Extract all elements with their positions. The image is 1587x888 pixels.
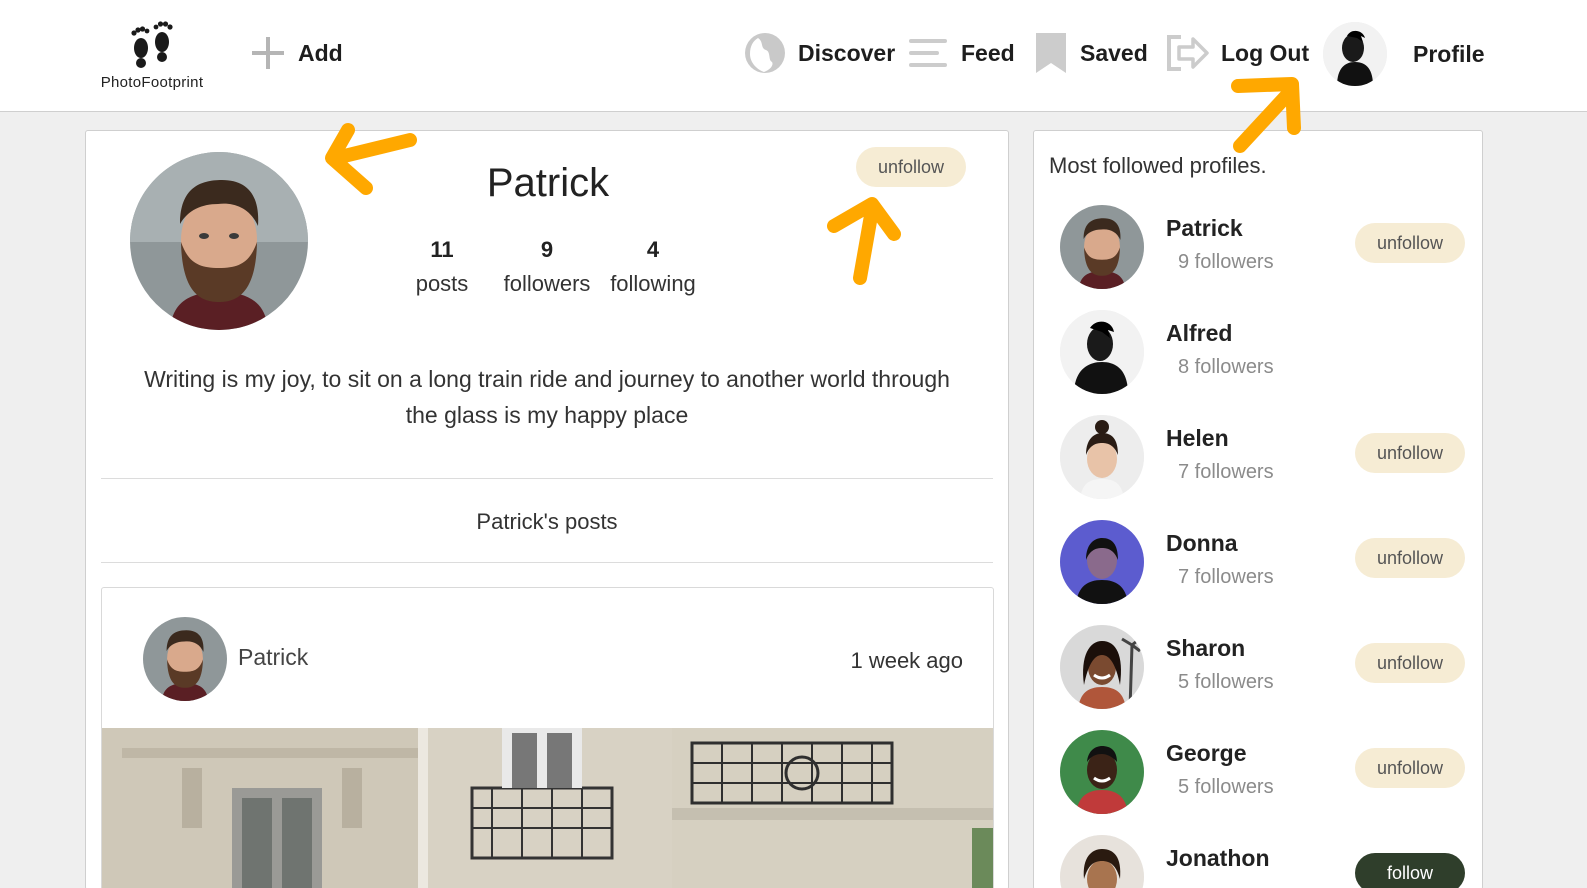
unfollow-button[interactable]: unfollow — [1355, 538, 1465, 578]
posts-heading: Patrick's posts — [476, 509, 618, 534]
profile-list-name[interactable]: Jonathon — [1166, 845, 1270, 872]
profile-card: Patrick 11 posts 9 followers 4 following… — [85, 130, 1009, 888]
unfollow-button[interactable]: unfollow — [1355, 433, 1465, 473]
profile-list-item[interactable]: Helen 7 followers unfollow — [1034, 415, 1482, 505]
unfollow-button[interactable]: unfollow — [856, 147, 966, 187]
avatar[interactable] — [1060, 625, 1144, 709]
nav-saved[interactable]: Saved — [1034, 30, 1148, 76]
profile-name: Patrick — [486, 161, 610, 205]
divider — [101, 478, 993, 479]
stat-following-label: following — [610, 271, 696, 296]
nav-saved-label: Saved — [1080, 39, 1148, 66]
globe-icon — [745, 33, 785, 73]
avatar[interactable] — [1060, 415, 1144, 499]
profile-list-item[interactable]: Sharon 5 followers unfollow — [1034, 625, 1482, 715]
avatar[interactable] — [1060, 205, 1144, 289]
nav-profile-label: Profile — [1413, 40, 1485, 67]
profile-list-followers: 7 followers — [1178, 461, 1274, 483]
unfollow-button[interactable]: unfollow — [1355, 223, 1465, 263]
profile-list-followers: 7 followers — [1178, 566, 1274, 588]
bookmark-icon — [1036, 33, 1066, 73]
most-followed-title: Most followed profiles. — [1049, 153, 1267, 178]
profile-avatar — [130, 152, 308, 330]
menu-lines-icon — [909, 39, 947, 67]
nav-add-label: Add — [298, 39, 343, 66]
nav-feed-label: Feed — [961, 39, 1015, 66]
logout-arrow-icon — [1167, 35, 1209, 71]
nav-discover[interactable]: Discover — [744, 30, 895, 76]
profile-list-name[interactable]: Patrick — [1166, 215, 1243, 242]
nav-logout[interactable]: Log Out — [1165, 30, 1309, 76]
stat-followers[interactable]: 9 followers — [496, 237, 598, 297]
footprints-icon — [131, 21, 173, 68]
unfollow-button[interactable]: unfollow — [1355, 643, 1465, 683]
avatar[interactable] — [1060, 730, 1144, 814]
stat-posts-value: 11 — [430, 237, 454, 262]
profile-list-name[interactable]: Sharon — [1166, 635, 1245, 662]
post-image[interactable] — [102, 728, 993, 888]
profile-list-followers: 5 followers — [1178, 671, 1274, 693]
follow-button[interactable]: follow — [1355, 853, 1465, 888]
profile-list-name[interactable]: Donna — [1166, 530, 1238, 557]
stat-following-value: 4 — [646, 237, 660, 262]
post-author-avatar[interactable] — [143, 617, 227, 701]
nav-add[interactable]: Add — [250, 30, 343, 76]
post-card[interactable]: Patrick 1 week ago — [101, 587, 994, 888]
profile-bio: Writing is my joy, to sit on a long trai… — [144, 366, 950, 428]
unfollow-button[interactable]: unfollow — [1355, 748, 1465, 788]
profile-list-followers: 5 followers — [1178, 776, 1274, 798]
stat-followers-label: followers — [503, 271, 591, 296]
profile-list-item[interactable]: George 5 followers unfollow — [1034, 730, 1482, 820]
stat-posts-label: posts — [415, 271, 469, 296]
most-followed-panel: Most followed profiles. Patrick 9 follow… — [1033, 130, 1483, 888]
plus-icon — [252, 37, 284, 69]
brand-name: PhotoFootprint — [100, 74, 204, 91]
nav-logout-label: Log Out — [1221, 39, 1310, 66]
avatar[interactable] — [1060, 520, 1144, 604]
nav-discover-label: Discover — [798, 39, 896, 66]
divider — [101, 562, 993, 563]
profile-list-followers: 8 followers — [1178, 356, 1274, 378]
stat-followers-value: 9 — [540, 237, 554, 262]
profile-list-followers: 9 followers — [1178, 251, 1274, 273]
post-author-name[interactable]: Patrick — [238, 644, 308, 671]
stat-posts[interactable]: 11 posts — [406, 237, 478, 297]
avatar[interactable] — [1060, 310, 1144, 394]
profile-list-name[interactable]: George — [1166, 740, 1247, 767]
profile-list-item[interactable]: Donna 7 followers unfollow — [1034, 520, 1482, 610]
stat-following[interactable]: 4 following — [604, 237, 702, 297]
post-timestamp: 1 week ago — [850, 648, 963, 673]
top-navbar: PhotoFootprint Add Discover Feed Saved L… — [0, 0, 1587, 112]
avatar — [1323, 22, 1387, 86]
avatar[interactable] — [1060, 835, 1144, 888]
nav-profile[interactable]: Profile — [1323, 22, 1485, 86]
profile-list-item[interactable]: Alfred 8 followers — [1034, 310, 1482, 400]
brand-logo[interactable]: PhotoFootprint — [96, 18, 208, 91]
profile-list-item[interactable]: Patrick 9 followers unfollow — [1034, 205, 1482, 295]
profile-list-item[interactable]: Jonathon follow — [1034, 835, 1482, 888]
profile-list-name[interactable]: Helen — [1166, 425, 1229, 452]
profile-list-name[interactable]: Alfred — [1166, 320, 1232, 347]
nav-feed[interactable]: Feed — [907, 30, 1015, 76]
